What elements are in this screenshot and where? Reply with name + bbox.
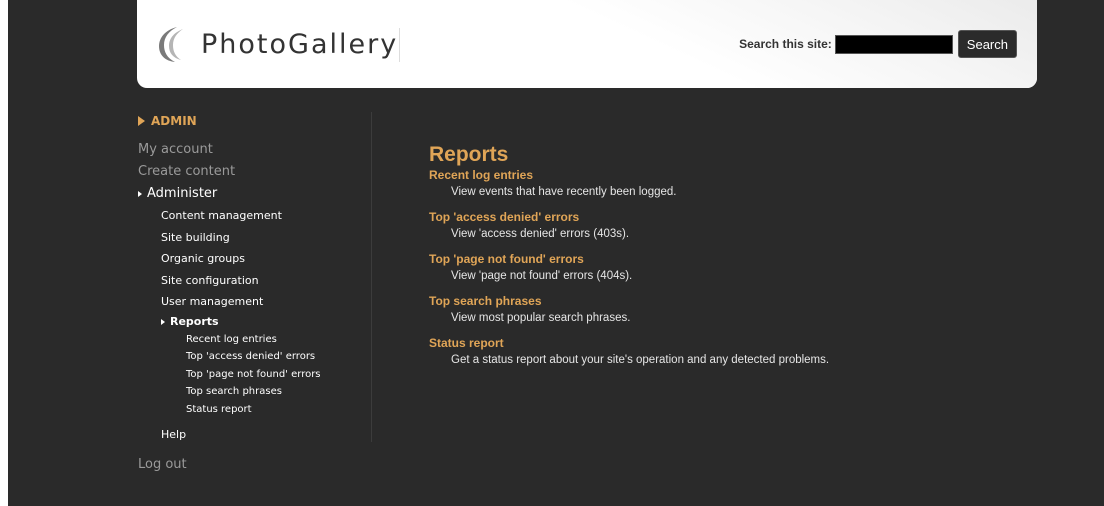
nav-access-denied[interactable]: Top 'access denied' errors (138, 348, 378, 366)
report-link-page-not-found[interactable]: Top 'page not found' errors (429, 252, 1049, 266)
sidebar-nav: ADMIN My account Create content Administ… (138, 112, 378, 476)
report-description: View events that have recently been logg… (451, 186, 677, 198)
nav-top-search-phrases[interactable]: Top search phrases (138, 383, 378, 401)
nav-create-content[interactable]: Create content (138, 161, 378, 183)
nav-site-building[interactable]: Site building (138, 227, 378, 249)
admin-heading-label: ADMIN (151, 114, 197, 128)
page-title: Reports (429, 143, 509, 166)
nav-page-not-found[interactable]: Top 'page not found' errors (138, 366, 378, 384)
nav-administer[interactable]: Administer (138, 183, 378, 205)
nav-organic-groups[interactable]: Organic groups (138, 248, 378, 270)
nav-user-management[interactable]: User management (138, 291, 378, 313)
nav-log-out[interactable]: Log out (138, 454, 378, 476)
report-item: Status report Get a status report about … (429, 336, 1049, 367)
report-link-top-search-phrases[interactable]: Top search phrases (429, 294, 1049, 308)
site-name: PhotoGallery (201, 28, 399, 60)
report-link-access-denied[interactable]: Top 'access denied' errors (429, 210, 1049, 224)
triangle-right-icon (161, 318, 165, 325)
report-link-recent-log-entries[interactable]: Recent log entries (429, 168, 1049, 182)
nav-status-report[interactable]: Status report (138, 401, 378, 419)
header-divider (399, 28, 400, 62)
report-item: Top 'access denied' errors View 'access … (429, 210, 1049, 241)
page: PhotoGallery Search this site: Search AD… (8, 0, 1104, 506)
site-header: PhotoGallery Search this site: Search (137, 0, 1037, 88)
report-description: View 'access denied' errors (403s). (451, 228, 630, 240)
report-description: View most popular search phrases. (451, 312, 631, 324)
site-logo[interactable]: PhotoGallery (155, 22, 398, 66)
nav-recent-log-entries[interactable]: Recent log entries (138, 331, 378, 349)
search-label: Search this site: (739, 37, 832, 51)
report-description: View 'page not found' errors (404s). (451, 270, 633, 282)
nav-administer-label: Administer (147, 186, 218, 201)
sidebar-divider (371, 112, 372, 442)
main-content: Reports Recent log entries View events t… (429, 142, 1049, 378)
nav-help[interactable]: Help (138, 424, 378, 446)
nav-reports-label: Reports (170, 314, 219, 328)
report-item: Top search phrases View most popular sea… (429, 294, 1049, 325)
nav-site-configuration[interactable]: Site configuration (138, 270, 378, 292)
report-link-status-report[interactable]: Status report (429, 336, 1049, 350)
nav-my-account[interactable]: My account (138, 139, 378, 161)
search-input[interactable] (834, 34, 953, 54)
triangle-right-icon (138, 191, 142, 197)
nav-reports[interactable]: Reports (138, 313, 378, 331)
report-description: Get a status report about your site's op… (451, 354, 830, 366)
report-item: Recent log entries View events that have… (429, 168, 1049, 199)
nav-content-management[interactable]: Content management (138, 205, 378, 227)
search-button[interactable]: Search (957, 30, 1017, 58)
report-item: Top 'page not found' errors View 'page n… (429, 252, 1049, 283)
admin-heading: ADMIN (138, 112, 378, 130)
search-form: Search this site: Search (739, 30, 1017, 58)
crescent-logo-icon (159, 27, 183, 62)
triangle-right-icon (138, 116, 145, 126)
